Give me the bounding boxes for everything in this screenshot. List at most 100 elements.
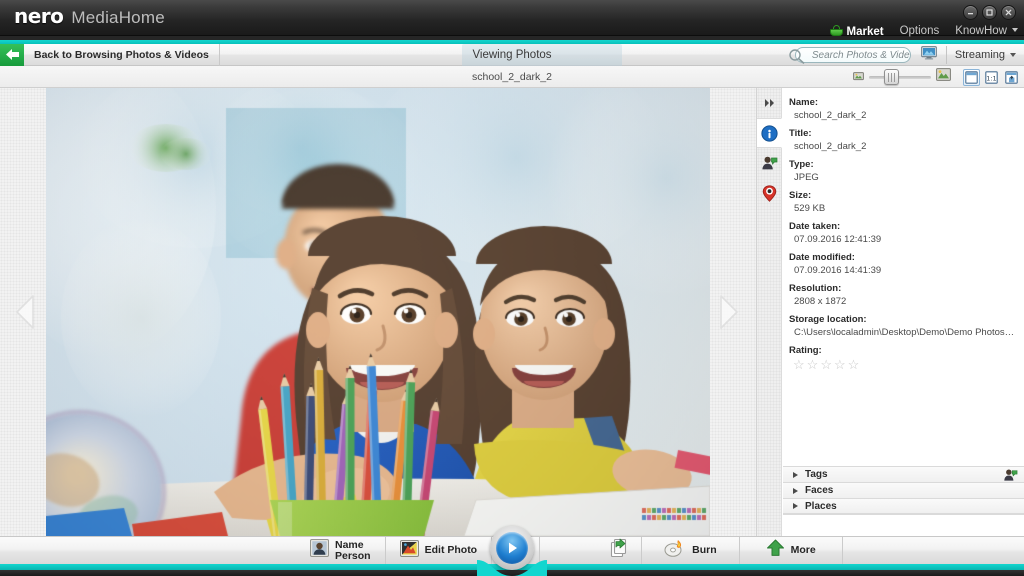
device-monitor-icon[interactable] bbox=[921, 45, 937, 65]
app-logo: nero MediaHome bbox=[14, 4, 165, 28]
small-thumbnail-icon[interactable] bbox=[853, 68, 864, 86]
edit-photo-icon bbox=[399, 539, 419, 562]
more-label: More bbox=[790, 544, 816, 556]
nero-mediahome-window: nero MediaHome Market Options KnowHow Ba… bbox=[0, 0, 1024, 576]
metadata-label: Date taken: bbox=[789, 221, 841, 232]
section-places[interactable]: Places bbox=[783, 498, 1024, 514]
app-title: MediaHome bbox=[71, 8, 165, 27]
panel-rail bbox=[757, 88, 782, 208]
metadata-label: Storage location: bbox=[789, 314, 867, 325]
up-arrow-icon bbox=[766, 539, 785, 562]
play-icon bbox=[508, 542, 517, 554]
section-tags[interactable]: Tags bbox=[783, 466, 1024, 482]
fit-to-window-button[interactable] bbox=[963, 68, 980, 86]
rating-star[interactable]: ☆ bbox=[807, 358, 819, 371]
play-slideshow-button[interactable] bbox=[490, 526, 534, 570]
rating-label: Rating: bbox=[789, 345, 822, 356]
person-portrait-icon bbox=[310, 539, 329, 562]
metadata-label: Size: bbox=[789, 190, 812, 201]
rating-star[interactable]: ☆ bbox=[848, 358, 860, 371]
metadata-label: Name: bbox=[789, 97, 819, 108]
zoom-slider-handle[interactable] bbox=[884, 69, 899, 85]
play-button-bezel bbox=[490, 526, 534, 570]
burn-button[interactable]: Burn bbox=[642, 536, 740, 565]
name-person-button[interactable]: Name Person bbox=[296, 536, 386, 565]
section-label: Faces bbox=[805, 485, 834, 496]
location-pin-icon[interactable] bbox=[757, 178, 782, 208]
info-panel: Name: school_2_dark_2 Title: school_2_da… bbox=[756, 88, 1024, 536]
burn-icon bbox=[664, 539, 686, 563]
options-menu-item[interactable]: Options bbox=[900, 25, 940, 37]
metadata-value: 07.09.2016 14:41:39 bbox=[794, 265, 882, 276]
metadata-value: 529 KB bbox=[794, 203, 826, 214]
rating-star[interactable]: ☆ bbox=[820, 358, 832, 371]
nav-right-group: Search Photos & Vide.. Streaming bbox=[789, 44, 1024, 66]
panel-sections: Tags Faces Places bbox=[783, 466, 1024, 514]
metadata-row: Size: 529 KB bbox=[789, 189, 1016, 215]
toolbar-right-group: 1:1 bbox=[853, 66, 1020, 88]
next-photo-arrow[interactable] bbox=[716, 292, 742, 332]
metadata-label: Type: bbox=[789, 159, 814, 170]
view-mode-buttons: 1:1 bbox=[963, 68, 1020, 86]
photo-stage bbox=[0, 88, 756, 536]
full-screen-button[interactable] bbox=[1003, 69, 1020, 86]
zoom-slider-group bbox=[853, 68, 951, 86]
svg-text:1:1: 1:1 bbox=[986, 74, 996, 82]
metadata-row: Date taken: 07.09.2016 12:41:39 bbox=[789, 220, 1016, 246]
metadata-value: 07.09.2016 12:41:39 bbox=[794, 234, 882, 245]
rating-stars[interactable]: ☆ ☆ ☆ ☆ ☆ bbox=[789, 358, 1016, 371]
knowhow-label: KnowHow bbox=[955, 25, 1007, 37]
rotate-right-button[interactable] bbox=[594, 536, 643, 565]
basket-icon bbox=[829, 24, 843, 36]
rotate-right-icon bbox=[606, 538, 629, 563]
back-button[interactable] bbox=[0, 43, 24, 66]
rating-star[interactable]: ☆ bbox=[793, 358, 805, 371]
search-input[interactable]: Search Photos & Vide.. bbox=[789, 47, 911, 64]
rating-row: Rating: ☆ ☆ ☆ ☆ ☆ bbox=[789, 344, 1016, 371]
metadata-label: Date modified: bbox=[789, 252, 855, 263]
metadata-value: JPEG bbox=[794, 172, 819, 183]
rating-star[interactable]: ☆ bbox=[834, 358, 846, 371]
ghost-tab bbox=[462, 44, 622, 66]
zoom-slider[interactable] bbox=[869, 69, 931, 85]
market-label: Market bbox=[846, 25, 884, 38]
zoom-slider-track bbox=[869, 76, 931, 79]
more-button[interactable]: More bbox=[740, 536, 843, 565]
streaming-dropdown[interactable]: Streaming bbox=[947, 49, 1024, 61]
actual-size-button[interactable]: 1:1 bbox=[983, 69, 1000, 86]
metadata-row: Storage location: C:\Users\localadmin\De… bbox=[789, 313, 1016, 339]
streaming-label: Streaming bbox=[954, 49, 1005, 61]
section-label: Tags bbox=[805, 469, 828, 480]
photo-toolbar: school_2_dark_2 1:1 bbox=[0, 66, 1024, 88]
chevron-down-icon bbox=[1010, 53, 1016, 57]
brand-name: nero bbox=[14, 4, 64, 28]
chevron-right-icon bbox=[793, 503, 798, 509]
minimize-button[interactable] bbox=[963, 5, 978, 20]
knowhow-menu-item[interactable]: KnowHow bbox=[955, 25, 1018, 37]
back-label[interactable]: Back to Browsing Photos & Videos bbox=[24, 43, 220, 66]
metadata-value: school_2_dark_2 bbox=[794, 110, 867, 121]
face-tag-icon[interactable] bbox=[757, 148, 782, 178]
close-button[interactable] bbox=[1001, 5, 1016, 20]
large-thumbnail-icon[interactable] bbox=[936, 68, 951, 86]
navigation-bar: Back to Browsing Photos & Videos Viewing… bbox=[0, 43, 1024, 66]
section-faces[interactable]: Faces bbox=[783, 482, 1024, 498]
edit-photo-label: Edit Photo bbox=[424, 544, 478, 556]
info-icon[interactable] bbox=[757, 118, 782, 148]
market-menu-item[interactable]: Market bbox=[829, 24, 884, 38]
maximize-button[interactable] bbox=[982, 5, 997, 20]
collapse-panel-icon[interactable] bbox=[757, 88, 782, 118]
metadata-row: Name: school_2_dark_2 bbox=[789, 96, 1016, 122]
metadata-row: Date modified: 07.09.2016 14:41:39 bbox=[789, 251, 1016, 277]
metadata-value: 2808 x 1872 bbox=[794, 296, 847, 307]
panel-empty-area bbox=[783, 514, 1024, 536]
burn-label: Burn bbox=[692, 544, 717, 556]
previous-photo-arrow[interactable] bbox=[12, 292, 38, 332]
metadata-list: Name: school_2_dark_2 Title: school_2_da… bbox=[789, 96, 1016, 376]
title-bar: nero MediaHome Market Options KnowHow bbox=[0, 0, 1024, 38]
metadata-label: Title: bbox=[789, 128, 812, 139]
chevron-down-icon bbox=[1012, 28, 1018, 32]
photo-image bbox=[46, 88, 710, 536]
metadata-row: Resolution: 2808 x 1872 bbox=[789, 282, 1016, 308]
photo-viewport[interactable] bbox=[46, 88, 710, 536]
